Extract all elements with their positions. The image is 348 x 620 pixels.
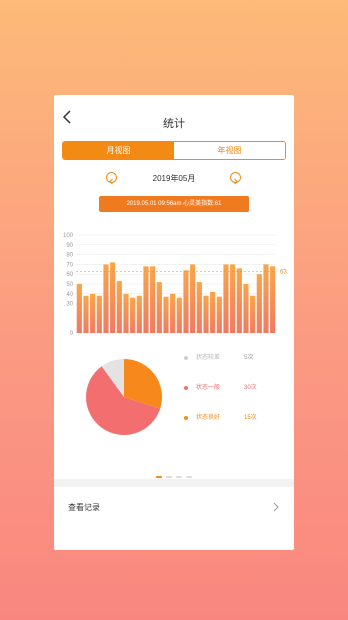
y-tick-label: 0 [70, 331, 74, 337]
status-pie-chart [85, 359, 162, 436]
daily-bar-chart: 100 90 80 70 60 50 40 30 0 63 [63, 233, 287, 337]
legend-count: 5次 [244, 355, 254, 361]
bar[interactable] [163, 296, 169, 333]
bar[interactable] [103, 264, 109, 333]
page-dot[interactable] [156, 476, 162, 478]
month-label: 2019年05月 [152, 174, 196, 183]
bar[interactable] [243, 284, 249, 333]
bar[interactable] [130, 297, 136, 333]
page-dot[interactable] [176, 476, 182, 478]
legend-name: 状态较差 [196, 355, 221, 361]
chevron-right-icon [234, 178, 238, 185]
bar[interactable] [210, 291, 216, 333]
y-tick-label: 50 [66, 282, 73, 288]
bar[interactable] [170, 293, 176, 333]
reference-label: 63 [280, 269, 287, 275]
legend-name: 状态一般 [196, 385, 221, 391]
y-tick-label: 80 [66, 253, 73, 259]
bar[interactable] [96, 295, 102, 333]
records-label: 查看记录 [68, 503, 100, 512]
y-tick-label: 60 [66, 272, 73, 278]
y-tick-label: 70 [66, 262, 73, 268]
view-toggle: 月视图 年视图 [62, 141, 286, 160]
view-records-row[interactable]: 查看记录 [54, 487, 294, 527]
bar[interactable] [270, 266, 276, 333]
bar[interactable] [83, 295, 89, 333]
bar[interactable] [150, 266, 156, 333]
legend-count: 15次 [244, 415, 257, 421]
tab-month-view[interactable]: 月视图 [63, 142, 174, 159]
page-dot[interactable] [166, 476, 172, 478]
bar[interactable] [236, 268, 242, 333]
bar[interactable] [223, 264, 229, 333]
y-tick-label: 90 [66, 243, 73, 249]
bar[interactable] [110, 262, 116, 333]
bar[interactable] [136, 295, 142, 333]
legend-count: 30次 [244, 385, 257, 391]
y-tick-label: 40 [66, 292, 73, 298]
chevron-right-icon [273, 502, 279, 512]
bar[interactable] [250, 295, 256, 333]
bar[interactable] [123, 293, 129, 333]
tab-year-view[interactable]: 年视图 [174, 142, 285, 159]
y-tick-label: 30 [66, 302, 73, 308]
bar[interactable] [196, 282, 202, 333]
bar[interactable] [183, 270, 189, 333]
bar[interactable] [190, 264, 196, 333]
bar[interactable] [76, 284, 82, 333]
legend-dot [184, 386, 188, 390]
bar[interactable] [156, 282, 162, 333]
bar[interactable] [90, 293, 96, 333]
page-dot[interactable] [186, 476, 192, 478]
bar[interactable] [143, 266, 149, 333]
legend-dot [184, 416, 188, 420]
bar[interactable] [203, 295, 209, 333]
month-selector: 2019年05月 [54, 170, 294, 186]
bar[interactable] [263, 264, 269, 333]
bar[interactable] [256, 274, 262, 333]
section-divider [54, 479, 294, 487]
page-title: 统计 [163, 118, 185, 130]
bar[interactable] [216, 296, 222, 333]
nav-bar: 统计 [54, 95, 294, 135]
bar[interactable] [176, 297, 182, 333]
bar[interactable] [230, 264, 236, 333]
bar[interactable] [116, 281, 122, 333]
legend-name: 状态良好 [196, 415, 221, 421]
selected-record-pill: 2019.05.01 09:56am 心灵美指数:61 [99, 196, 249, 212]
legend-dot [184, 356, 188, 360]
y-tick-label: 100 [63, 233, 74, 239]
next-month-button[interactable] [230, 172, 241, 185]
stats-card: 统计 月视图 年视图 2019年05月 2019.05.01 09:56am 心… [54, 95, 294, 550]
